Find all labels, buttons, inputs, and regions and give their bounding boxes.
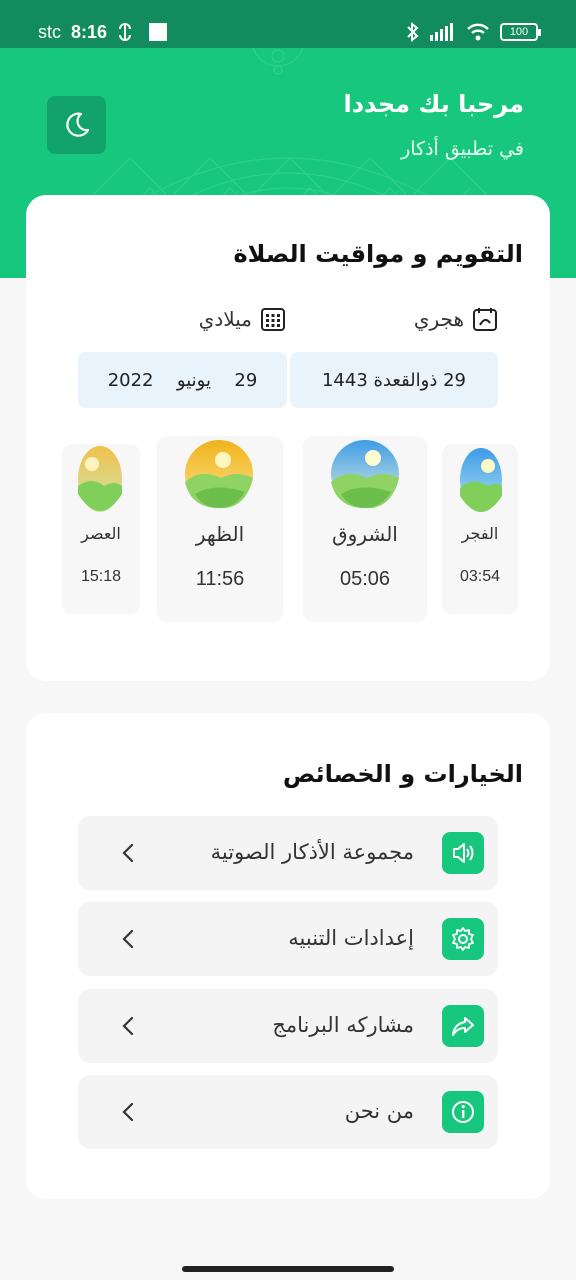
option-alert-settings[interactable]: إعدادات التنبيه: [78, 902, 498, 976]
option-audio-adhkar[interactable]: مجموعة الأذكار الصوتية: [78, 816, 498, 890]
gregorian-day: 29: [234, 369, 258, 391]
share-icon: [442, 1005, 484, 1047]
option-label: إعدادات التنبيه: [288, 926, 414, 950]
prayer-name: الظهر: [195, 522, 245, 546]
sunset-icon: [78, 446, 122, 512]
signal-icon: [430, 23, 453, 41]
chevron-left-icon: [122, 1102, 134, 1122]
gregorian-year: 2022: [107, 369, 154, 391]
options-title: الخيارات و الخصائص: [282, 760, 523, 788]
status-bar: stc 8:16 100: [0, 0, 576, 48]
hijri-label-text: هجري: [413, 307, 464, 331]
carrier-label: stc: [38, 21, 62, 42]
info-icon: [442, 1091, 484, 1133]
speaker-icon: [442, 832, 484, 874]
prayer-card-fajr[interactable]: الفجر 03:54: [442, 444, 518, 614]
gregorian-label: ميلادي: [199, 306, 286, 332]
hijri-date: 29 ذوالقعدة 1443: [321, 369, 467, 391]
dark-mode-button[interactable]: [47, 96, 106, 154]
chevron-left-icon: [122, 1016, 134, 1036]
home-indicator[interactable]: [182, 1266, 394, 1272]
hijri-calendar-icon: [473, 308, 497, 331]
bluetooth-icon: [407, 22, 419, 42]
notification-icon: [149, 23, 168, 41]
battery-icon: 100: [500, 23, 541, 41]
welcome-title: مرحبا بك مجددا: [343, 90, 524, 118]
prayer-time: 11:56: [195, 568, 245, 590]
wifi-icon: [467, 23, 489, 41]
status-left: stc 8:16: [38, 20, 168, 44]
chevron-left-icon: [122, 929, 134, 949]
option-share-app[interactable]: مشاركه البرنامج: [78, 989, 498, 1063]
prayer-name: العصر: [81, 524, 121, 543]
battery-level: 100: [509, 26, 529, 38]
prayer-name: الفجر: [461, 524, 499, 543]
prayer-card-dhuhr[interactable]: الظهر 11:56: [157, 436, 283, 622]
gregorian-month: يونيو: [176, 369, 211, 391]
sunrise-icon: [460, 448, 502, 512]
gregorian-label-text: ميلادي: [198, 307, 252, 331]
gregorian-date-box[interactable]: 2022 يونيو 29: [78, 352, 287, 408]
hijri-label: هجري: [414, 306, 498, 332]
calendar-title: التقويم و مواقيت الصلاة: [233, 240, 524, 268]
calendar-icon: [261, 308, 285, 331]
status-right: 100: [406, 20, 541, 44]
prayer-time: 15:18: [80, 568, 122, 585]
sun-icon: [185, 440, 253, 509]
prayer-name: الشروق: [332, 522, 398, 546]
welcome-subtitle: في تطبيق أذكار: [401, 138, 524, 160]
prayer-time: 05:06: [339, 568, 391, 590]
option-about-us[interactable]: من نحن: [78, 1075, 498, 1149]
clock: 8:16: [71, 21, 108, 42]
option-label: مشاركه البرنامج: [272, 1013, 414, 1037]
prayer-time: 03:54: [459, 568, 501, 585]
option-label: من نحن: [344, 1099, 414, 1123]
prayer-card-asr[interactable]: العصر 15:18: [62, 444, 140, 614]
option-label: مجموعة الأذكار الصوتية: [210, 840, 414, 864]
chevron-left-icon: [122, 843, 134, 863]
sync-icon: [119, 23, 132, 41]
gear-icon: [442, 918, 484, 960]
sunrise-icon: [331, 440, 399, 509]
prayer-card-shuruq[interactable]: الشروق 05:06: [303, 436, 427, 622]
moon-icon: [65, 112, 89, 137]
hijri-date-box[interactable]: 29 ذوالقعدة 1443: [290, 352, 498, 408]
